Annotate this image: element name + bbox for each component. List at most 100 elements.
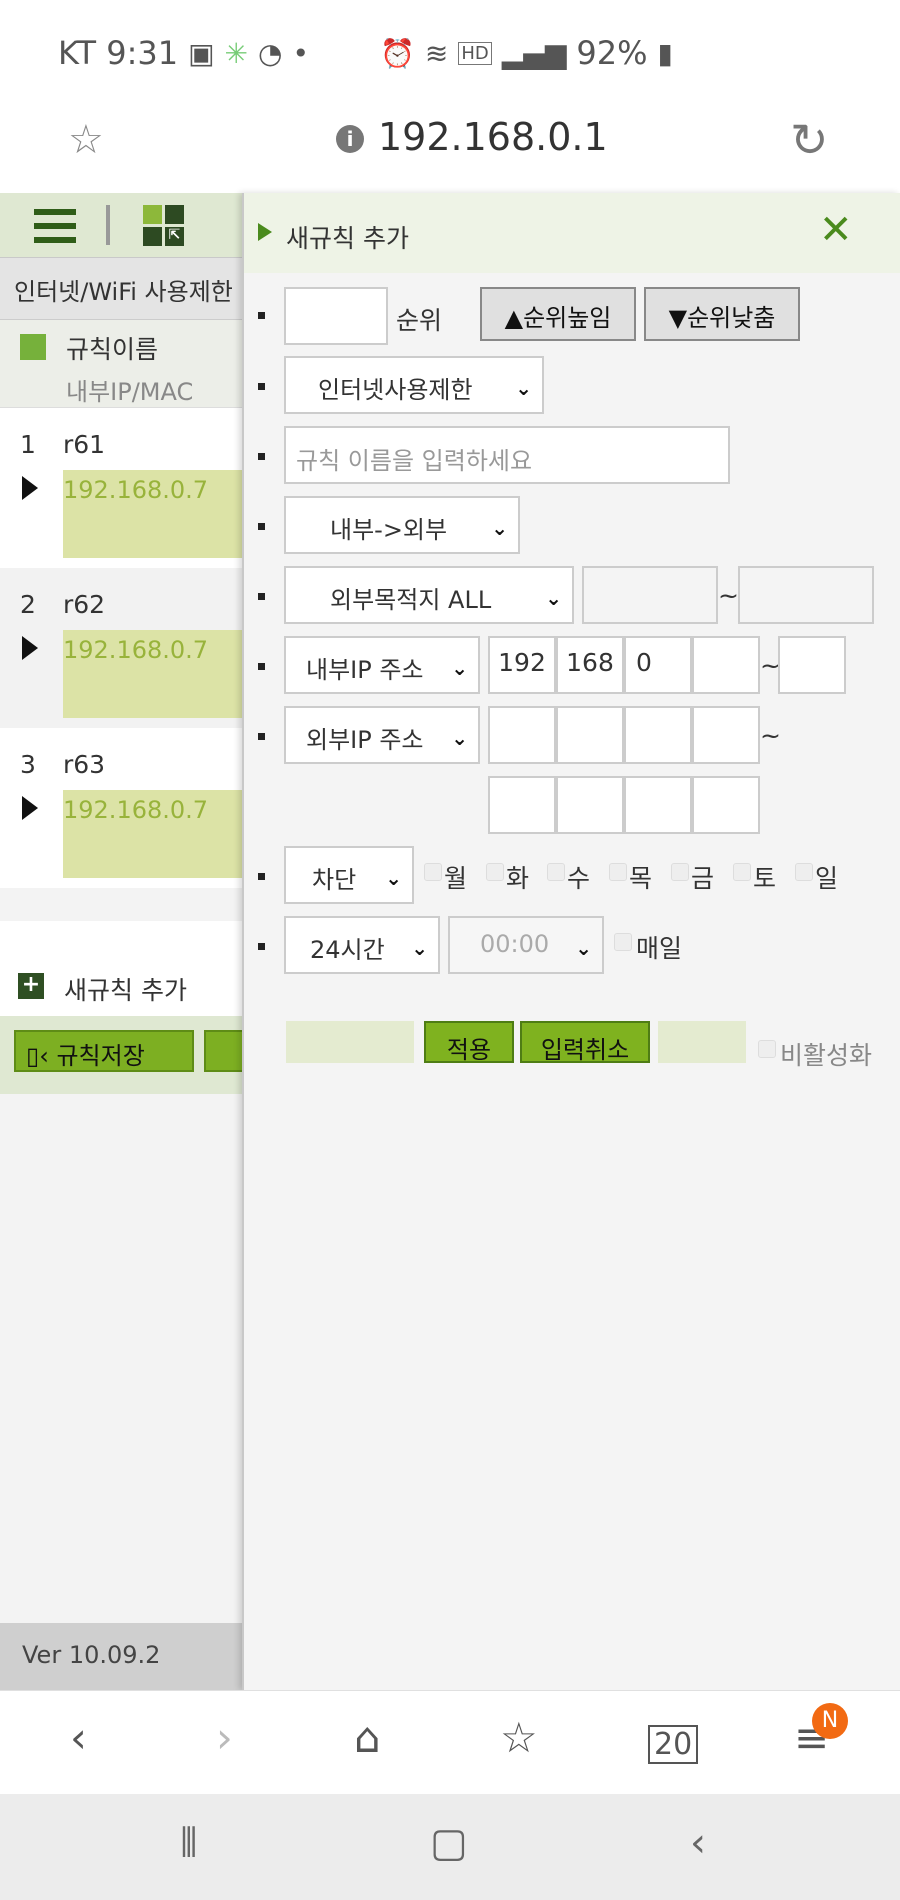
plus-icon: + bbox=[18, 973, 44, 999]
expand-arrow-icon[interactable] bbox=[22, 796, 38, 820]
rule-ip: 192.168.0.7 bbox=[63, 470, 243, 558]
title-arrow-icon bbox=[258, 223, 272, 241]
day-checkbox-wed[interactable] bbox=[547, 863, 565, 881]
external-ip-end-octet-4[interactable] bbox=[692, 776, 760, 834]
bullet bbox=[258, 383, 265, 390]
menu-icon[interactable] bbox=[34, 209, 76, 245]
external-ip-octet-4[interactable] bbox=[692, 706, 760, 764]
bookmarks-icon[interactable]: ☆ bbox=[500, 1713, 538, 1762]
time-value-select[interactable]: 00:00 ⌄ bbox=[448, 916, 604, 974]
cancel-input-button[interactable]: 입력취소 bbox=[520, 1021, 650, 1064]
external-ip-end-octet-2[interactable] bbox=[556, 776, 624, 834]
chevron-down-icon: ⌄ bbox=[545, 586, 562, 610]
range-tilde: ~ bbox=[760, 721, 781, 750]
grid-view-icon[interactable]: ⇱ bbox=[143, 205, 185, 247]
internal-ip-octet-3[interactable]: 0 bbox=[624, 636, 692, 694]
info-icon[interactable]: i bbox=[336, 125, 364, 153]
save-rules-button[interactable]: ▯‹ 규칙저장 bbox=[14, 1030, 194, 1072]
internal-ip-range-end[interactable] bbox=[778, 636, 846, 694]
chevron-down-icon: ⌄ bbox=[515, 376, 532, 400]
internal-ip-octet-1[interactable]: 192 bbox=[488, 636, 556, 694]
browser-nav-bar: ‹ › ⌂ ☆ 20 ≡ N bbox=[0, 1690, 900, 1794]
rule-number: 3 bbox=[20, 750, 36, 779]
bullet bbox=[258, 663, 265, 670]
day-checkbox-mon[interactable] bbox=[424, 863, 442, 881]
save-rules-label: 규칙저장 bbox=[56, 1042, 145, 1070]
external-ip-end-octet-1[interactable] bbox=[488, 776, 556, 834]
disable-checkbox[interactable] bbox=[758, 1040, 776, 1058]
expand-arrow-icon[interactable] bbox=[22, 476, 38, 500]
back-button-icon[interactable]: ‹ bbox=[690, 1820, 706, 1866]
url-text[interactable]: 192.168.0.1 bbox=[378, 115, 608, 159]
direction-select[interactable]: 내부->외부 ⌄ bbox=[284, 496, 520, 554]
forward-icon[interactable]: › bbox=[216, 1713, 233, 1762]
external-ip-octet-3[interactable] bbox=[624, 706, 692, 764]
filter-label[interactable]: 인터넷/WiFi 사용제한 bbox=[0, 258, 243, 320]
day-checkbox-tue[interactable] bbox=[486, 863, 504, 881]
rule-row[interactable]: 3 r63 192.168.0.7 bbox=[0, 728, 243, 888]
rule-row[interactable]: 2 r62 192.168.0.7 bbox=[0, 568, 243, 728]
rule-type-select[interactable]: 인터넷사용제한 ⌄ bbox=[284, 356, 544, 414]
home-icon[interactable]: ⌂ bbox=[354, 1713, 381, 1762]
dot-icon: • bbox=[292, 36, 309, 70]
tabs-icon[interactable]: 20 bbox=[648, 1725, 699, 1764]
rule-number: 2 bbox=[20, 590, 36, 619]
order-down-button[interactable]: ▼순위낮춤 bbox=[644, 287, 800, 341]
bullet bbox=[258, 873, 265, 880]
external-ip-type: 외부IP 주소 bbox=[306, 726, 424, 754]
range-tilde: ~ bbox=[718, 581, 739, 610]
day-label-wed: 수 bbox=[567, 864, 591, 893]
wifi-icon: ≋ bbox=[424, 36, 449, 70]
left-button-bar: ▯‹ 규칙저장 bbox=[0, 1016, 243, 1094]
order-up-button[interactable]: ▲순위높임 bbox=[480, 287, 636, 341]
rule-number: 1 bbox=[20, 430, 36, 459]
external-ip-octet-1[interactable] bbox=[488, 706, 556, 764]
dest-range-end-input[interactable] bbox=[738, 566, 874, 624]
recents-icon[interactable]: ⦀ bbox=[180, 1820, 198, 1866]
home-button-icon[interactable]: ▢ bbox=[430, 1820, 468, 1866]
action-select[interactable]: 차단 ⌄ bbox=[284, 846, 414, 904]
alarm-icon: ⏰ bbox=[380, 36, 415, 70]
new-rule-panel: 새규칙 추가 ✕ 순위 ▲순위높임 ▼순위낮춤 인터넷사용제한 ⌄ 규칙 이름을 … bbox=[242, 193, 900, 1690]
back-icon[interactable]: ‹ bbox=[70, 1713, 87, 1762]
header-rule-name: 규칙이름 bbox=[66, 335, 159, 364]
internal-ip-select[interactable]: 내부IP 주소 ⌄ bbox=[284, 636, 480, 694]
time-select[interactable]: 24시간 ⌄ bbox=[284, 916, 440, 974]
close-icon[interactable]: ✕ bbox=[819, 207, 853, 253]
image-icon: ▣ bbox=[188, 36, 215, 70]
day-checkbox-sun[interactable] bbox=[795, 863, 813, 881]
bookmark-star-icon[interactable]: ☆ bbox=[68, 117, 104, 163]
rule-name: r62 bbox=[63, 590, 106, 619]
bullet bbox=[258, 733, 265, 740]
bullet bbox=[258, 453, 265, 460]
version-label: Ver 10.09.2 bbox=[0, 1623, 243, 1690]
dest-range-start-input[interactable] bbox=[582, 566, 718, 624]
day-checkbox-thu[interactable] bbox=[609, 863, 627, 881]
everyday-checkbox[interactable] bbox=[614, 933, 632, 951]
bullet bbox=[258, 523, 265, 530]
url-bar: ☆ i 192.168.0.1 ↻ bbox=[0, 105, 900, 193]
internal-ip-octet-2[interactable]: 168 bbox=[556, 636, 624, 694]
external-ip-octet-2[interactable] bbox=[556, 706, 624, 764]
internal-ip-octet-4[interactable] bbox=[692, 636, 760, 694]
destination-select[interactable]: 외부목적지 ALL ⌄ bbox=[284, 566, 574, 624]
day-checkbox-fri[interactable] bbox=[671, 863, 689, 881]
left-toolbar: ⇱ bbox=[0, 193, 243, 258]
rule-row[interactable]: 1 r61 192.168.0.7 bbox=[0, 408, 243, 568]
chevron-down-icon: ⌄ bbox=[575, 936, 592, 960]
secondary-button[interactable] bbox=[204, 1030, 243, 1072]
day-checkbox-sat[interactable] bbox=[733, 863, 751, 881]
apply-button[interactable]: 적용 bbox=[424, 1021, 514, 1064]
order-label: 순위 bbox=[396, 306, 443, 335]
order-input[interactable] bbox=[284, 287, 388, 345]
external-ip-end-octet-3[interactable] bbox=[624, 776, 692, 834]
expand-arrow-icon[interactable] bbox=[22, 636, 38, 660]
external-ip-select[interactable]: 외부IP 주소 ⌄ bbox=[284, 706, 480, 764]
bullet bbox=[258, 593, 265, 600]
rule-name-input[interactable]: 규칙 이름을 입력하세요 bbox=[284, 426, 730, 484]
chevron-down-icon: ⌄ bbox=[491, 516, 508, 540]
rule-list-panel: ⇱ 인터넷/WiFi 사용제한 규칙이름 내부IP/MAC 1 r61 192.… bbox=[0, 193, 243, 1690]
reload-icon[interactable]: ↻ bbox=[790, 113, 829, 167]
select-all-checkbox[interactable] bbox=[20, 334, 46, 360]
rule-type-value: 인터넷사용제한 bbox=[318, 376, 473, 404]
